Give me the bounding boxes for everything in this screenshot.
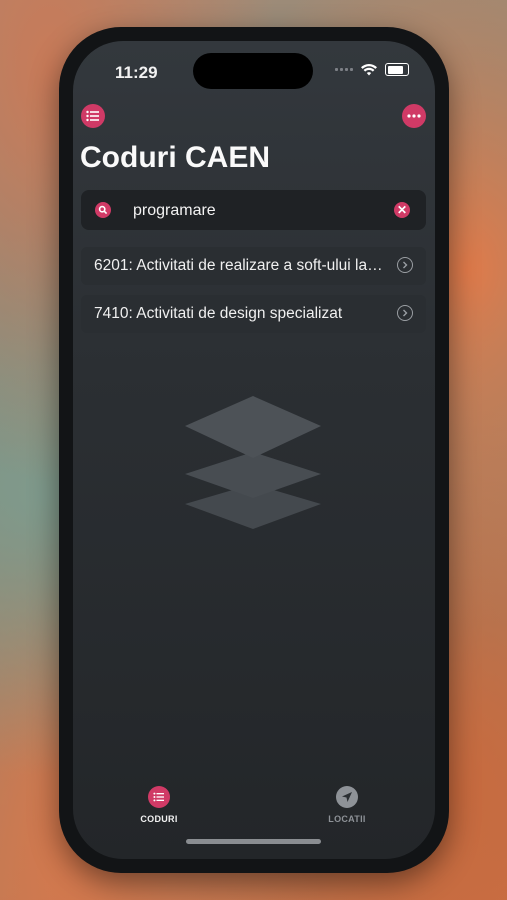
list-item[interactable]: 7410: Activitati de design specializat (81, 295, 426, 333)
tab-bar: CODURI LOCATII (73, 786, 435, 836)
phone-frame: 11:29 Coduri CAEN programare ✕ 6201: Act… (59, 27, 449, 873)
more-options-button[interactable] (402, 104, 426, 128)
dynamic-island (193, 53, 313, 89)
layers-icon (185, 396, 321, 529)
location-arrow-icon (336, 786, 358, 808)
chevron-right-icon (397, 257, 413, 273)
clear-search-button[interactable]: ✕ (394, 202, 410, 218)
list-item-label: 6201: Activitati de realizare a soft-ulu… (94, 257, 384, 274)
tab-label: CODURI (140, 814, 178, 824)
battery-icon (385, 63, 409, 76)
cellular-signal-icon (335, 68, 353, 71)
app-screen: 11:29 Coduri CAEN programare ✕ 6201: Act… (73, 41, 435, 859)
status-icons (335, 63, 409, 76)
more-icon (407, 114, 421, 118)
wifi-icon (361, 63, 377, 75)
list-icon (148, 786, 170, 808)
home-indicator[interactable] (186, 839, 321, 844)
tab-locatii[interactable]: LOCATII (307, 786, 387, 824)
list-icon (86, 110, 99, 122)
list-item-label: 7410: Activitati de design specializat (94, 305, 343, 322)
results-list: 6201: Activitati de realizare a soft-ulu… (81, 247, 426, 343)
search-input[interactable] (131, 197, 385, 225)
page-title: Coduri CAEN (80, 141, 270, 174)
list-item[interactable]: 6201: Activitati de realizare a soft-ulu… (81, 247, 426, 285)
search-bar: ✕ (81, 190, 426, 230)
tab-label: LOCATII (328, 814, 366, 824)
status-time: 11:29 (115, 63, 158, 82)
search-icon (95, 202, 111, 218)
chevron-right-icon (397, 305, 413, 321)
menu-list-button[interactable] (81, 104, 105, 128)
tab-coduri[interactable]: CODURI (119, 786, 199, 824)
